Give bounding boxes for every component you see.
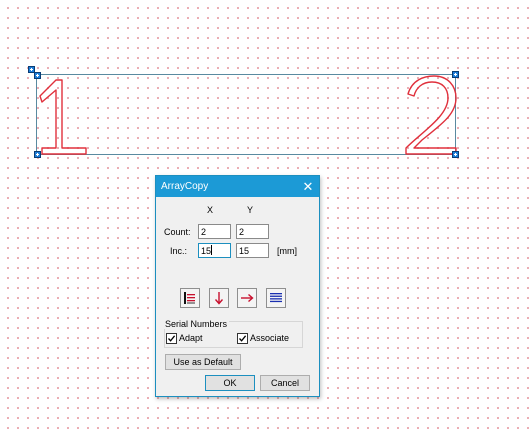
glyph-one[interactable] <box>36 74 96 158</box>
array-left-button[interactable] <box>180 288 200 308</box>
check-icon <box>239 335 247 342</box>
cancel-button[interactable]: Cancel <box>260 375 310 391</box>
handle-bottom-right[interactable] <box>452 151 459 158</box>
lines-icon <box>270 293 282 303</box>
close-icon[interactable]: ✕ <box>297 176 319 197</box>
dialog-title: ArrayCopy <box>161 181 209 192</box>
increment-label: Inc.: <box>170 246 188 256</box>
array-left-icon <box>184 292 195 304</box>
serial-numbers-title: Serial Numbers <box>163 319 230 329</box>
glyph-two[interactable] <box>402 74 458 158</box>
direction-down-button[interactable] <box>209 288 229 308</box>
arrow-right-icon <box>241 293 254 303</box>
increment-y-input[interactable]: 15 <box>236 243 269 258</box>
adapt-label[interactable]: Adapt <box>179 333 203 343</box>
selection-rectangle <box>36 74 456 155</box>
ok-button[interactable]: OK <box>205 375 255 391</box>
handle-bottom-left[interactable] <box>34 151 41 158</box>
handle-top-left-inner[interactable] <box>34 72 41 79</box>
count-label: Count: <box>164 227 191 237</box>
dialog-titlebar[interactable]: ArrayCopy ✕ <box>156 176 319 197</box>
associate-checkbox[interactable] <box>237 333 248 344</box>
handle-top-right[interactable] <box>452 71 459 78</box>
use-as-default-button[interactable]: Use as Default <box>165 354 241 370</box>
unit-label: [mm] <box>277 246 297 256</box>
count-y-input[interactable]: 2 <box>236 224 269 239</box>
count-x-input[interactable]: 2 <box>198 224 231 239</box>
column-x-label: X <box>207 205 214 215</box>
column-y-label: Y <box>247 205 254 215</box>
increment-x-input[interactable]: 15 <box>198 243 231 258</box>
adapt-checkbox[interactable] <box>166 333 177 344</box>
arrow-down-icon <box>214 292 224 305</box>
check-icon <box>168 335 176 342</box>
lines-button[interactable] <box>266 288 286 308</box>
associate-label[interactable]: Associate <box>250 333 289 343</box>
direction-right-button[interactable] <box>237 288 257 308</box>
arraycopy-dialog: ArrayCopy ✕ X Y Count: 2 2 Inc.: 15 15 [… <box>155 175 320 397</box>
